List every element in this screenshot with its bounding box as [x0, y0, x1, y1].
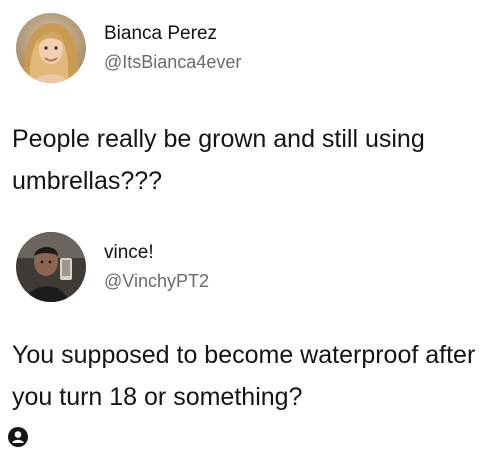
- avatar[interactable]: [16, 232, 86, 302]
- tweet-text: People really be grown and still using u…: [12, 125, 425, 195]
- profile-photo-icon: [16, 13, 86, 83]
- avatar[interactable]: [16, 13, 86, 83]
- display-name[interactable]: Bianca Perez: [104, 23, 217, 45]
- profile-photo-icon: [16, 232, 86, 302]
- user-handle[interactable]: @VinchyPT2: [104, 271, 209, 292]
- display-name[interactable]: vince!: [104, 242, 154, 264]
- user-handle[interactable]: @ItsBianca4ever: [104, 52, 241, 73]
- account-user-icon: [8, 427, 28, 447]
- tweet-text: You supposed to become waterproof after …: [12, 341, 476, 411]
